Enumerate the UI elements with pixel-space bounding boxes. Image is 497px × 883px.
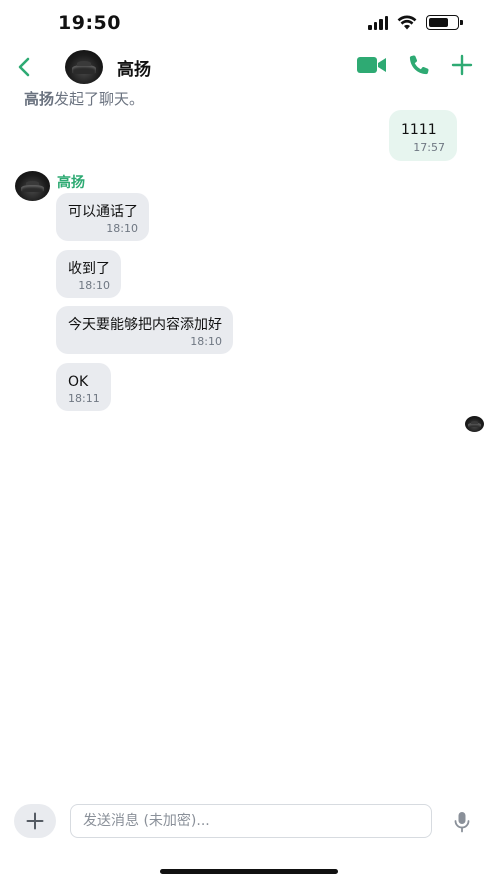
incoming-message[interactable]: OK 18:11 — [56, 363, 111, 411]
plus-icon — [451, 54, 473, 76]
message-input[interactable] — [70, 804, 432, 838]
chat-header: 高扬 — [0, 46, 497, 88]
message-text: 1111 — [401, 122, 437, 138]
microphone-icon — [454, 812, 470, 833]
sender-name[interactable]: 高扬 — [57, 172, 85, 192]
incoming-message[interactable]: 今天要能够把内容添加好 18:10 — [56, 306, 233, 354]
voice-message-button[interactable] — [452, 810, 472, 834]
chat-title[interactable]: 高扬 — [117, 55, 151, 80]
add-button[interactable] — [451, 54, 473, 76]
outgoing-message[interactable]: 1111 17:57 — [389, 110, 457, 161]
status-time: 19:50 — [58, 12, 121, 34]
video-call-button[interactable] — [357, 56, 387, 74]
home-indicator[interactable] — [160, 869, 338, 874]
incoming-message[interactable]: 可以通话了 18:10 — [56, 193, 149, 241]
message-time: 17:57 — [413, 141, 445, 154]
message-time: 18:10 — [190, 335, 222, 348]
system-notice-name: 高扬 — [24, 90, 55, 108]
message-text: OK — [68, 374, 89, 390]
video-call-icon — [357, 57, 386, 73]
read-receipt-avatar — [465, 416, 484, 432]
incoming-message[interactable]: 收到了 18:10 — [56, 250, 121, 298]
message-text: 今天要能够把内容添加好 — [68, 317, 222, 333]
message-text: 可以通话了 — [68, 204, 138, 220]
voice-call-button[interactable] — [407, 53, 431, 77]
message-text: 收到了 — [68, 261, 110, 277]
cellular-signal-icon — [368, 15, 388, 30]
status-icons — [368, 15, 463, 30]
wifi-icon — [397, 15, 417, 30]
message-time: 18:11 — [68, 392, 100, 405]
message-time: 18:10 — [106, 222, 138, 235]
battery-icon — [426, 15, 463, 30]
contact-avatar[interactable] — [65, 50, 103, 84]
header-actions — [357, 53, 473, 77]
plus-icon — [26, 812, 44, 830]
message-time: 18:10 — [78, 279, 110, 292]
sender-avatar[interactable] — [15, 171, 50, 201]
attach-button[interactable] — [14, 804, 56, 838]
back-button[interactable] — [10, 52, 38, 82]
status-bar: 19:50 — [0, 0, 497, 46]
back-chevron-icon — [18, 57, 30, 77]
system-notice-text: 发起了聊天。 — [54, 90, 145, 108]
phone-icon — [409, 55, 429, 75]
composer-bar — [0, 800, 497, 844]
system-notice: 高扬发起了聊天。 — [24, 88, 144, 109]
